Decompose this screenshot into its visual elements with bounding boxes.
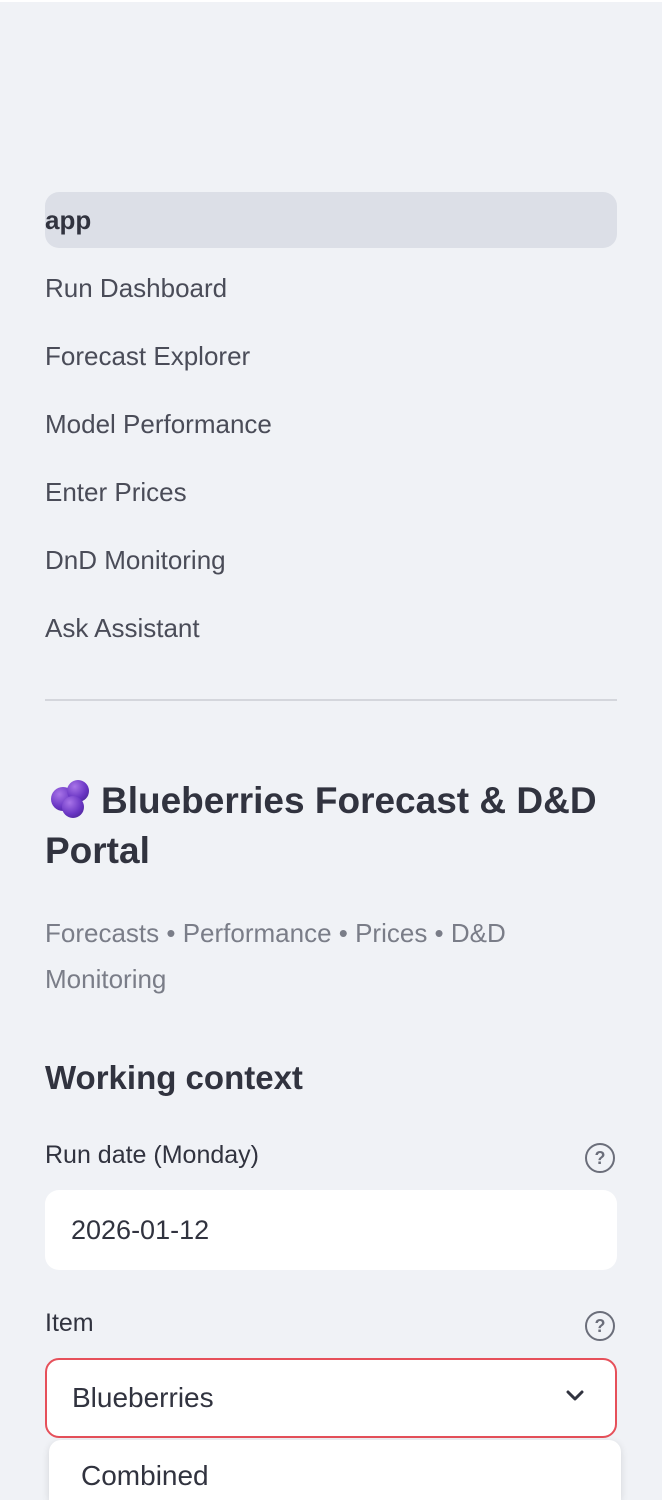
sidebar-item-label: Model Performance: [45, 409, 272, 439]
sidebar-item-label: Ask Assistant: [45, 613, 200, 643]
sidebar-item-label: Enter Prices: [45, 477, 187, 507]
sidebar-item-app[interactable]: app: [45, 192, 617, 248]
run-date-input[interactable]: 2026-01-12: [45, 1190, 617, 1270]
sidebar-item-dnd-monitoring[interactable]: DnD Monitoring: [45, 532, 617, 588]
sidebar-item-run-dashboard[interactable]: Run Dashboard: [45, 260, 617, 316]
app-title-text: Blueberries Forecast & D&D Portal: [45, 780, 597, 871]
item-dropdown-menu: Combined: [49, 1440, 621, 1500]
sidebar-item-label: Run Dashboard: [45, 273, 228, 303]
help-circle-icon[interactable]: ?: [585, 1311, 615, 1341]
sidebar-item-label: Forecast Explorer: [45, 341, 251, 371]
sidebar-item-label: DnD Monitoring: [45, 545, 226, 575]
sidebar: app Run Dashboard Forecast Explorer Mode…: [0, 0, 662, 1500]
sidebar-divider: [45, 699, 617, 701]
blueberries-icon: [45, 777, 95, 818]
chevron-down-icon: [566, 1390, 584, 1401]
sidebar-nav: app Run Dashboard Forecast Explorer Mode…: [45, 192, 617, 668]
sidebar-item-enter-prices[interactable]: Enter Prices: [45, 464, 617, 520]
dropdown-option-combined[interactable]: Combined: [81, 1456, 209, 1496]
item-select[interactable]: Blueberries: [45, 1358, 617, 1438]
app-subtitle: Forecasts • Performance • Prices • D&D M…: [45, 918, 506, 994]
help-circle-icon[interactable]: ?: [585, 1143, 615, 1173]
sidebar-item-model-performance[interactable]: Model Performance: [45, 396, 617, 452]
app-title: Blueberries Forecast & D&D Portal: [45, 776, 605, 876]
sidebar-item-label: app: [45, 205, 92, 235]
working-context-heading: Working context: [45, 1059, 303, 1096]
item-select-value: Blueberries: [72, 1382, 214, 1413]
run-date-label: Run date (Monday): [45, 1141, 260, 1169]
sidebar-item-forecast-explorer[interactable]: Forecast Explorer: [45, 328, 617, 384]
sidebar-item-ask-assistant[interactable]: Ask Assistant: [45, 600, 617, 656]
item-label: Item: [45, 1309, 94, 1337]
